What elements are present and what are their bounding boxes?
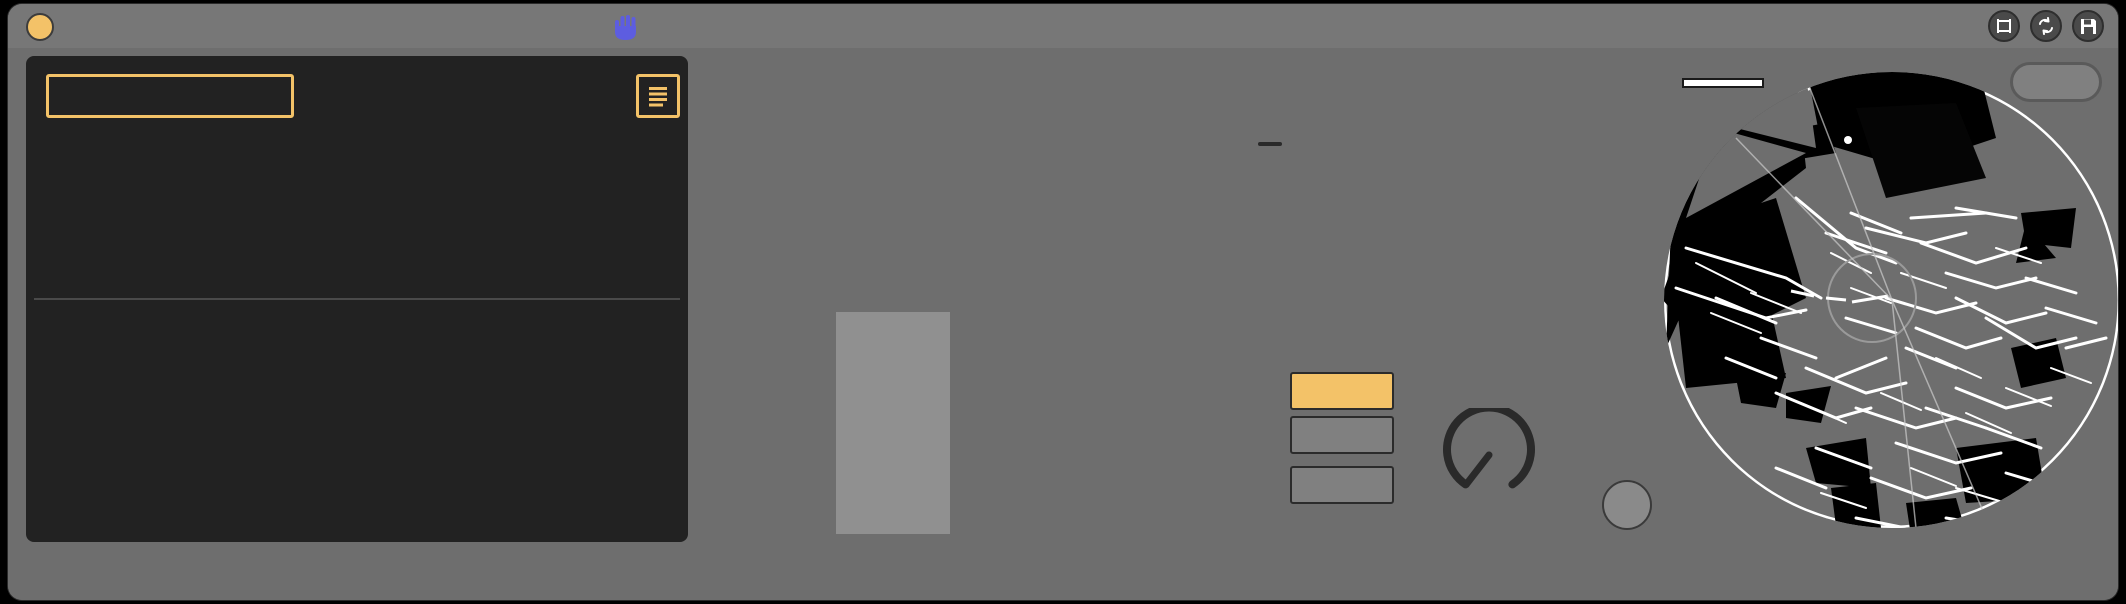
device-power-led[interactable] xyxy=(26,13,54,41)
mode-button-note[interactable] xyxy=(1290,416,1394,454)
save-icon[interactable] xyxy=(2072,10,2104,42)
lfo-waveform-display[interactable] xyxy=(26,140,688,458)
device-titlebar xyxy=(8,4,2118,48)
waveform-panel xyxy=(26,56,688,542)
scale-bar xyxy=(1682,78,1764,90)
titlebar-buttons xyxy=(1988,10,2104,42)
frame-icon[interactable] xyxy=(1988,10,2020,42)
rate-sync-dash-icon xyxy=(1258,142,1282,146)
sync-icon[interactable] xyxy=(2030,10,2062,42)
waveform-select-button[interactable] xyxy=(836,312,950,534)
planet-image xyxy=(1656,48,2118,544)
planet-image-panel xyxy=(1656,48,2118,544)
scale-bar-line xyxy=(1682,78,1764,88)
normal2invert-knob[interactable] xyxy=(1442,408,1536,507)
device-footer xyxy=(8,556,2118,600)
lfo-device xyxy=(8,4,2118,600)
list-icon[interactable] xyxy=(636,74,680,118)
mode-button-hz[interactable] xyxy=(1290,372,1394,410)
mode-button-hold[interactable] xyxy=(1290,466,1394,504)
reset-button[interactable] xyxy=(1602,480,1652,530)
waveform-footer xyxy=(26,486,688,532)
map-button[interactable] xyxy=(46,74,294,118)
info-button[interactable] xyxy=(2010,62,2102,102)
hand-icon xyxy=(612,14,640,40)
